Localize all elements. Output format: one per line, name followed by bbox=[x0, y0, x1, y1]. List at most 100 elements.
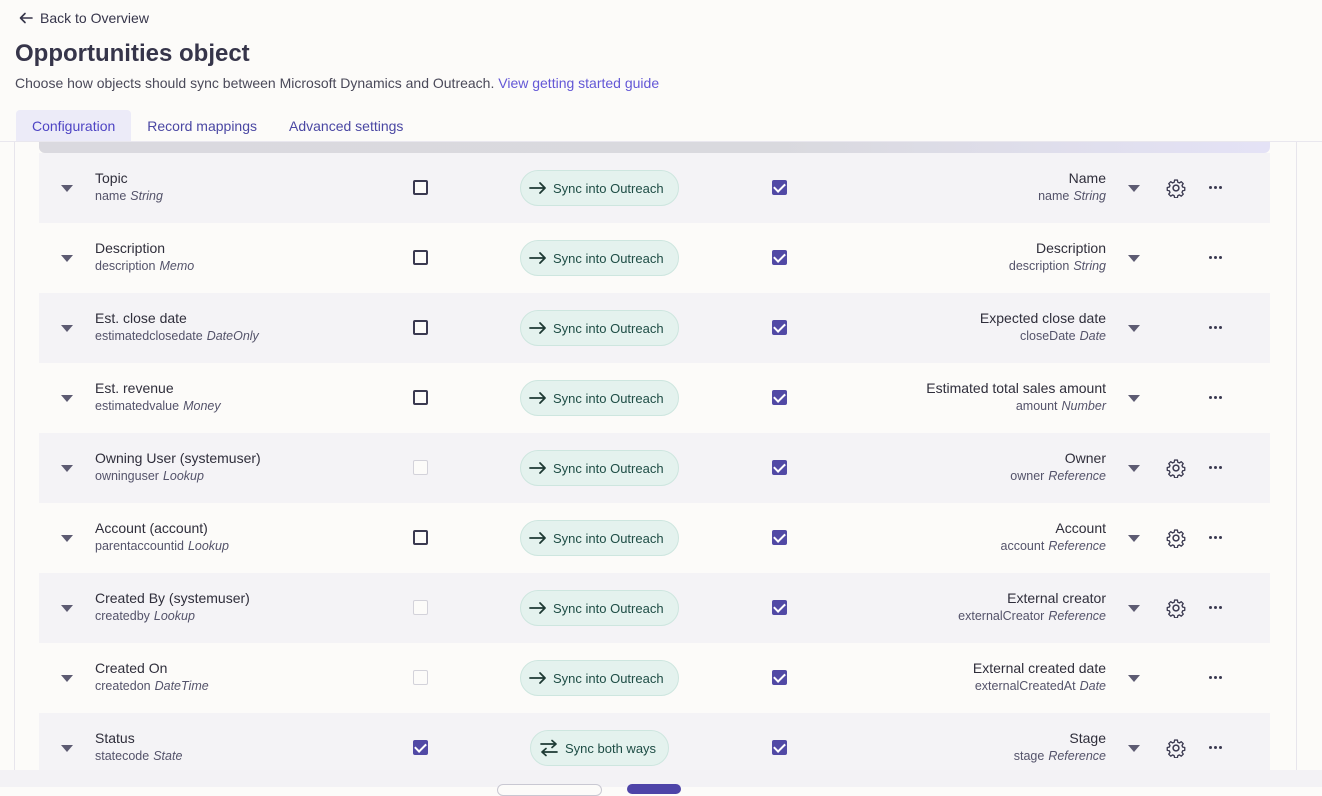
chevron-down-icon[interactable] bbox=[61, 325, 73, 332]
source-field-meta: createdon DateTime bbox=[95, 679, 209, 693]
source-field-name: createdby bbox=[95, 609, 150, 623]
source-field-meta: parentaccountid Lookup bbox=[95, 539, 229, 553]
chevron-down-icon[interactable] bbox=[61, 185, 73, 192]
source-field-label: Est. close date bbox=[95, 310, 187, 326]
field-mapping-row: Est. revenue estimatedvalue Money Sync into… bbox=[39, 363, 1270, 433]
more-options-icon[interactable] bbox=[1209, 326, 1222, 329]
sync-direction-button[interactable]: Sync into Outreach bbox=[520, 170, 679, 206]
more-options-icon[interactable] bbox=[1209, 746, 1222, 749]
tab-advanced-settings[interactable]: Advanced settings bbox=[273, 110, 419, 142]
destination-field: External created date externalCreatedAt Da… bbox=[973, 660, 1106, 693]
more-options-icon[interactable] bbox=[1209, 606, 1222, 609]
destination-field-meta: name String bbox=[1038, 189, 1106, 203]
destination-field-meta: owner Reference bbox=[1010, 469, 1106, 483]
destination-field-name: account bbox=[1000, 539, 1045, 553]
sync-direction-button[interactable]: Sync into Outreach bbox=[520, 590, 679, 626]
chevron-down-icon[interactable] bbox=[61, 535, 73, 542]
more-options-icon[interactable] bbox=[1209, 186, 1222, 189]
arrow-right-icon bbox=[529, 672, 546, 684]
source-field-meta: statecode State bbox=[95, 749, 182, 763]
destination-checkbox[interactable] bbox=[772, 180, 787, 195]
source-field-label: Created On bbox=[95, 660, 168, 676]
chevron-down-icon[interactable] bbox=[61, 745, 73, 752]
tab-record-mappings[interactable]: Record mappings bbox=[131, 110, 273, 142]
chevron-down-icon[interactable] bbox=[61, 605, 73, 612]
source-field-name: owninguser bbox=[95, 469, 159, 483]
gear-icon[interactable] bbox=[1166, 598, 1186, 618]
chevron-down-icon[interactable] bbox=[61, 465, 73, 472]
field-mapping-row: Description description Memo Sync into Outr… bbox=[39, 223, 1270, 293]
sync-direction-label: Sync into Outreach bbox=[553, 670, 664, 686]
chevron-down-icon[interactable] bbox=[1128, 185, 1140, 192]
more-options-icon[interactable] bbox=[1209, 676, 1222, 679]
destination-checkbox[interactable] bbox=[772, 740, 787, 755]
source-checkbox[interactable] bbox=[413, 740, 428, 755]
destination-field-label: Expected close date bbox=[979, 310, 1106, 326]
destination-field-label: Stage bbox=[1069, 730, 1106, 746]
destination-field-label: External creator bbox=[1007, 590, 1106, 606]
chevron-down-icon[interactable] bbox=[1128, 605, 1140, 612]
source-checkbox[interactable] bbox=[413, 390, 428, 405]
sync-direction-button[interactable]: Sync into Outreach bbox=[520, 240, 679, 276]
destination-checkbox[interactable] bbox=[772, 530, 787, 545]
destination-field-type: String bbox=[1073, 189, 1106, 203]
destination-field-meta: externalCreator Reference bbox=[958, 609, 1106, 623]
sync-direction-button[interactable]: Sync into Outreach bbox=[520, 310, 679, 346]
footer-secondary-button[interactable] bbox=[497, 784, 602, 796]
destination-checkbox[interactable] bbox=[772, 390, 787, 405]
source-checkbox[interactable] bbox=[413, 320, 428, 335]
source-checkbox[interactable] bbox=[413, 530, 428, 545]
back-to-overview-link[interactable]: Back to Overview bbox=[18, 10, 149, 26]
footer-primary-button[interactable] bbox=[627, 784, 681, 794]
chevron-down-icon[interactable] bbox=[1128, 745, 1140, 752]
arrow-right-icon bbox=[529, 392, 546, 404]
chevron-down-icon[interactable] bbox=[1128, 675, 1140, 682]
destination-field-name: name bbox=[1038, 189, 1070, 203]
chevron-down-icon[interactable] bbox=[1128, 325, 1140, 332]
destination-checkbox[interactable] bbox=[772, 670, 787, 685]
sync-direction-button[interactable]: Sync into Outreach bbox=[520, 660, 679, 696]
more-options-icon[interactable] bbox=[1209, 536, 1222, 539]
source-field: Description description Memo bbox=[95, 240, 194, 273]
more-options-icon[interactable] bbox=[1209, 396, 1222, 399]
destination-field: Description description String bbox=[1009, 240, 1106, 273]
source-field: Account (account) parentaccountid Lookup bbox=[95, 520, 229, 553]
gear-icon[interactable] bbox=[1166, 528, 1186, 548]
field-mapping-row: Est. close date estimatedclosedate DateOnl… bbox=[39, 293, 1270, 363]
source-field: Topic name String bbox=[95, 170, 163, 203]
source-checkbox bbox=[413, 670, 428, 685]
destination-field-meta: account Reference bbox=[1001, 539, 1106, 553]
chevron-down-icon[interactable] bbox=[1128, 255, 1140, 262]
sync-direction-button[interactable]: Sync into Outreach bbox=[520, 520, 679, 556]
sync-direction-button[interactable]: Sync both ways bbox=[530, 730, 669, 766]
source-field-meta: owninguser Lookup bbox=[95, 469, 261, 483]
gear-icon[interactable] bbox=[1166, 458, 1186, 478]
destination-field-name: amount bbox=[1015, 399, 1058, 413]
source-checkbox[interactable] bbox=[413, 250, 428, 265]
gear-icon[interactable] bbox=[1166, 738, 1186, 758]
sync-direction-button[interactable]: Sync into Outreach bbox=[520, 450, 679, 486]
chevron-down-icon[interactable] bbox=[1128, 395, 1140, 402]
chevron-down-icon[interactable] bbox=[61, 255, 73, 262]
page-title: Opportunities object bbox=[15, 40, 250, 67]
destination-checkbox[interactable] bbox=[772, 250, 787, 265]
sync-direction-button[interactable]: Sync into Outreach bbox=[520, 380, 679, 416]
source-field-meta: description Memo bbox=[95, 259, 194, 273]
gear-icon[interactable] bbox=[1166, 178, 1186, 198]
tab-configuration[interactable]: Configuration bbox=[16, 110, 132, 142]
chevron-down-icon[interactable] bbox=[1128, 465, 1140, 472]
destination-checkbox[interactable] bbox=[772, 320, 787, 335]
chevron-down-icon[interactable] bbox=[61, 395, 73, 402]
sync-direction-label: Sync both ways bbox=[565, 740, 657, 756]
getting-started-link[interactable]: View getting started guide bbox=[498, 75, 659, 91]
destination-checkbox[interactable] bbox=[772, 460, 787, 475]
chevron-down-icon[interactable] bbox=[61, 675, 73, 682]
destination-checkbox[interactable] bbox=[772, 600, 787, 615]
more-options-icon[interactable] bbox=[1209, 466, 1222, 469]
chevron-down-icon[interactable] bbox=[1128, 535, 1140, 542]
source-checkbox[interactable] bbox=[413, 180, 428, 195]
source-field-name: parentaccountid bbox=[95, 539, 184, 553]
more-options-icon[interactable] bbox=[1209, 256, 1222, 259]
sync-direction-label: Sync into Outreach bbox=[553, 600, 664, 616]
arrow-right-icon bbox=[529, 532, 546, 544]
